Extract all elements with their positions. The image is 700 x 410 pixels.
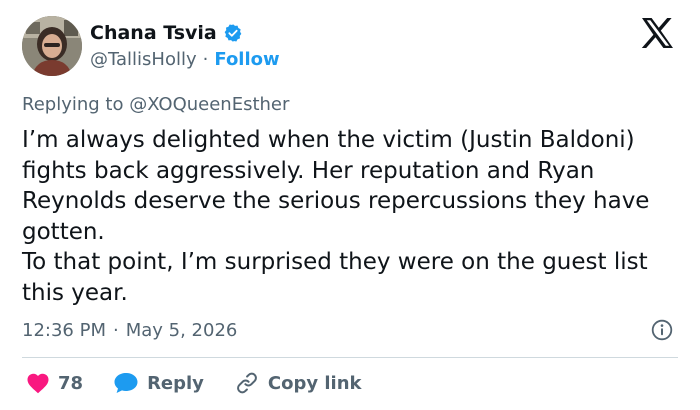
reply-context-prefix: Replying to [22, 94, 124, 115]
like-count: 78 [58, 372, 84, 394]
tweet-card: Chana Tsvia @TallisHolly · Follow Replyi… [0, 0, 700, 410]
handle-separator: · [202, 48, 209, 70]
author-handle-row: @TallisHolly · Follow [90, 48, 280, 70]
author-display-name[interactable]: Chana Tsvia [90, 21, 217, 45]
like-button[interactable]: 78 [26, 372, 83, 394]
avatar-image [22, 16, 82, 76]
info-icon[interactable] [651, 319, 673, 341]
timestamp-separator: · [112, 319, 119, 341]
author-handle[interactable]: @TallisHolly [90, 49, 197, 70]
copy-link-button[interactable]: Copy link [234, 371, 362, 395]
tweet-date[interactable]: May 5, 2026 [126, 320, 238, 341]
reply-button[interactable]: Reply [113, 371, 204, 395]
copy-link-label: Copy link [267, 372, 362, 394]
tweet-paragraph: To that point, I’m surprised they were o… [22, 249, 648, 306]
link-icon [234, 371, 260, 395]
tweet-text: I’m always delighted when the victim (Ju… [22, 125, 682, 308]
reply-mention-link[interactable]: @XOQueenEsther [129, 94, 289, 115]
timestamp-row: 12:36 PM · May 5, 2026 [22, 317, 237, 343]
avatar[interactable] [22, 16, 82, 76]
tweet-paragraph: I’m always delighted when the victim (Ju… [22, 127, 650, 245]
verified-badge-icon [223, 23, 243, 43]
follow-button[interactable]: Follow [214, 49, 279, 70]
tweet-time[interactable]: 12:36 PM [22, 320, 106, 341]
speech-bubble-icon [113, 371, 139, 395]
reply-context: Replying to @XOQueenEsther [22, 93, 289, 117]
heart-icon [26, 372, 50, 394]
actions-row: 78 Reply Copy link [22, 369, 362, 397]
author-name-row: Chana Tsvia [90, 21, 243, 45]
divider [22, 357, 678, 358]
x-logo-icon[interactable] [640, 18, 674, 48]
reply-label: Reply [147, 372, 204, 394]
